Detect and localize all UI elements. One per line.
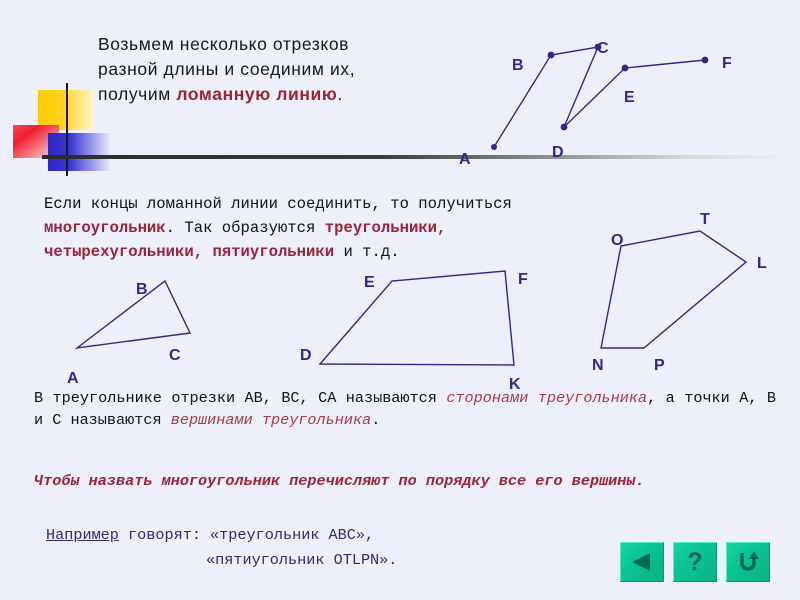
vertex-label-D: D bbox=[552, 144, 564, 161]
vertex-label-pent-L: L bbox=[757, 255, 767, 272]
vertex-label-pent-O: O bbox=[611, 232, 623, 249]
pentagon-figure: O T L P N bbox=[592, 211, 767, 374]
broken-line-path bbox=[493, 46, 706, 148]
return-button[interactable] bbox=[726, 542, 770, 582]
paragraph-naming-rule: Чтобы назвать многоугольник перечисляют … bbox=[34, 470, 776, 493]
example-lead-word: Например bbox=[46, 526, 119, 544]
navigation-bar: ? bbox=[620, 542, 770, 582]
vertex-label-E: E bbox=[624, 89, 635, 106]
vertex-dot-F bbox=[701, 56, 709, 64]
term-vertices-of-triangle: вершинами треугольника bbox=[170, 411, 372, 429]
example-second: «пятиугольник OTLPN». bbox=[206, 551, 398, 569]
vertex-label-pent-T: T bbox=[700, 211, 710, 228]
vertex-label-C: C bbox=[597, 40, 609, 57]
triangle-figure: A B C bbox=[67, 279, 192, 387]
vertex-dot-E bbox=[621, 64, 629, 72]
example-first: говорят: «треугольник АВС», bbox=[118, 526, 375, 544]
vertex-dot-D bbox=[560, 123, 568, 131]
quadrilateral-figure: D E F K bbox=[300, 270, 528, 393]
vertex-label-pent-N: N bbox=[592, 357, 604, 374]
vertex-label-quad-D: D bbox=[300, 347, 312, 364]
vertex-label-B: B bbox=[512, 57, 524, 74]
back-button[interactable] bbox=[620, 542, 664, 582]
paragraph-examples: Например говорят: «треугольник АВС», «пят… bbox=[46, 523, 606, 573]
vertex-label-pent-P: P bbox=[654, 357, 665, 374]
slide-canvas: Возьмем несколько отрезков разной длины и… bbox=[0, 0, 800, 600]
p4-text: Чтобы назвать многоугольник перечисляют … bbox=[34, 472, 645, 490]
vertex-dot-B bbox=[547, 51, 555, 59]
broken-line-figure: A B C D E F bbox=[459, 40, 732, 168]
vertex-label-triangle-A: A bbox=[67, 370, 79, 387]
left-triangle-icon bbox=[632, 553, 650, 571]
vertex-label-triangle-C: C bbox=[169, 347, 181, 364]
question-mark-icon: ? bbox=[687, 547, 703, 576]
triangle-path bbox=[74, 279, 192, 350]
vertex-dot-A bbox=[491, 144, 497, 150]
u-turn-arrow-icon bbox=[740, 551, 759, 571]
vertex-label-quad-K: K bbox=[509, 376, 521, 393]
help-button[interactable]: ? bbox=[673, 542, 717, 582]
vertex-label-triangle-B: B bbox=[136, 281, 148, 298]
vertex-label-F: F bbox=[722, 55, 732, 72]
quadrilateral-path bbox=[318, 270, 515, 366]
vertex-label-quad-E: E bbox=[364, 274, 375, 291]
vertex-label-A: A bbox=[459, 151, 471, 168]
vertex-label-quad-F: F bbox=[518, 271, 528, 288]
p3-t3: . bbox=[371, 411, 381, 429]
